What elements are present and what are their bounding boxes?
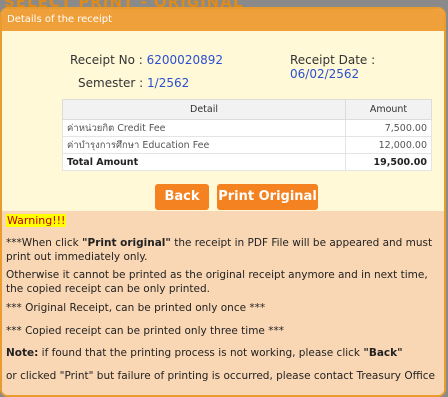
receipt-no-label: Receipt No : (70, 53, 143, 67)
warning-emphasis: "Print original" (82, 237, 171, 249)
warning-line-5: Note: if found that the printing process… (6, 346, 440, 360)
semester-row: Semester : 1/2562 (78, 76, 189, 90)
column-header-amount: Amount (345, 99, 432, 120)
warning-line-1: ***When click "Print original" the recei… (6, 236, 440, 264)
warning-emphasis: "Back" (363, 347, 403, 359)
warning-title: Warning!!! (6, 214, 67, 227)
column-header-detail: Detail (62, 99, 346, 120)
total-amount: 19,500.00 (345, 153, 432, 171)
warning-text: ***When click (6, 237, 83, 249)
total-row: Total Amount 19,500.00 (62, 153, 432, 171)
fee-amount: 7,500.00 (345, 119, 432, 137)
note-label: Note: (6, 347, 39, 359)
receipt-date-value: 06/02/2562 (290, 67, 360, 81)
semester-value: 1/2562 (147, 76, 190, 90)
table-header-row: Detail Amount (62, 99, 432, 120)
fee-detail: ค่าบำรุงการศึกษา Education Fee (62, 136, 346, 154)
total-label: Total Amount (62, 153, 346, 171)
warning-line-3: *** Original Receipt, can be printed onl… (6, 302, 266, 314)
receipt-details-panel: Details of the receipt Receipt No : 6200… (0, 7, 446, 397)
back-button[interactable]: Back (155, 184, 209, 210)
warning-line-2: Otherwise it cannot be printed as the or… (6, 269, 428, 295)
fee-detail: ค่าหน่วยกิต Credit Fee (62, 119, 346, 137)
warning-section: Warning!!! ***When click "Print original… (2, 211, 444, 395)
warning-line-4: *** Copied receipt can be printed only t… (6, 325, 284, 337)
table-row: ค่าบำรุงการศึกษา Education Fee 12,000.00 (62, 136, 432, 154)
receipt-no-value: 6200020892 (146, 53, 223, 67)
receipt-date-label: Receipt Date : (290, 53, 376, 67)
semester-label: Semester : (78, 76, 144, 90)
receipt-date-row: Receipt Date : 06/02/2562 (290, 53, 444, 81)
table-row: ค่าหน่วยกิต Credit Fee 7,500.00 (62, 119, 432, 137)
warning-line-6: or clicked "Print" but failure of printi… (6, 370, 435, 382)
receipt-info: Receipt No : 6200020892 Receipt Date : 0… (2, 31, 444, 211)
warning-text: if found that the printing process is no… (38, 347, 364, 359)
print-original-button[interactable]: Print Original (217, 184, 318, 210)
fee-table: Detail Amount ค่าหน่วยกิต Credit Fee 7,5… (62, 99, 432, 171)
receipt-no-row: Receipt No : 6200020892 (70, 53, 223, 67)
fee-amount: 12,000.00 (345, 136, 432, 154)
panel-header: Details of the receipt (2, 9, 444, 31)
